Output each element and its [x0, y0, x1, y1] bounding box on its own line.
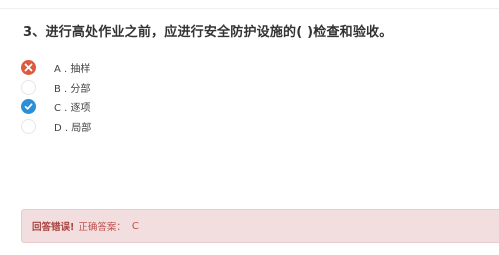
option-d-label: D . 局部 — [54, 123, 92, 134]
option-b[interactable]: B . 分部 — [21, 79, 90, 96]
option-a[interactable]: A . 抽样 — [21, 59, 90, 76]
correct-answer-value: C — [131, 220, 139, 232]
radio-empty-icon — [21, 80, 36, 95]
option-c-label: C . 逐项 — [54, 103, 91, 114]
option-a-label: A . 抽样 — [54, 64, 91, 75]
radio-empty-icon — [21, 119, 36, 134]
question-text: 3、进行高处作业之前，应进行安全防护设施的( )检查和验收。 — [23, 25, 393, 40]
result-alert: 回答错误! 正确答案： C — [21, 209, 499, 243]
option-d[interactable]: D . 局部 — [21, 118, 91, 135]
correct-answer-label: 正确答案： — [78, 222, 126, 233]
result-wrong-label: 回答错误! — [32, 222, 75, 233]
question-page: 3、进行高处作业之前，应进行安全防护设施的( )检查和验收。 A . 抽样 B … — [0, 0, 499, 255]
check-icon — [21, 99, 36, 114]
option-b-label: B . 分部 — [54, 84, 91, 95]
option-c[interactable]: C . 逐项 — [21, 98, 91, 115]
cross-icon — [21, 60, 36, 75]
divider — [0, 8, 499, 9]
